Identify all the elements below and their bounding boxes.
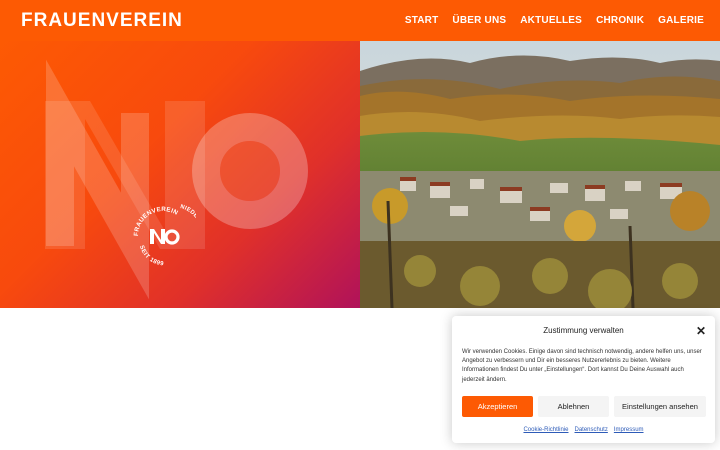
deny-cookies-button[interactable]: Ablehnen [538, 396, 609, 417]
cookie-policy-link[interactable]: Cookie-Richtlinie [523, 427, 568, 433]
badge-right-text: NIEDERWEILER [179, 204, 196, 248]
nav-item-aktuelles[interactable]: AKTUELLES [520, 15, 582, 26]
site-header: FRAUENVEREIN START ÜBER UNS AKTUELLES CH… [0, 0, 720, 41]
page: FRAUENVEREIN START ÜBER UNS AKTUELLES CH… [0, 0, 720, 450]
nav-item-ueber-uns[interactable]: ÜBER UNS [452, 15, 506, 26]
badge-bottom-text: SEIT 1899 [138, 245, 164, 268]
hero-brand-panel: FRAUENVEREIN NIEDERWEILER SEIT 1899 [0, 41, 360, 308]
nav-item-start[interactable]: START [405, 15, 439, 26]
cookie-consent-dialog: Zustimmung verwalten ✕ Wir verwenden Coo… [452, 316, 715, 443]
privacy-link[interactable]: Datenschutz [575, 427, 608, 433]
view-settings-button[interactable]: Einstellungen ansehen [614, 396, 706, 417]
nav-item-galerie[interactable]: GALERIE [658, 15, 704, 26]
village-landscape-image [360, 41, 720, 308]
close-icon[interactable]: ✕ [696, 324, 706, 338]
accept-cookies-button[interactable]: Akzeptieren [462, 396, 533, 417]
cookie-links: Cookie-Richtlinie Datenschutz Impressum [452, 427, 715, 433]
badge-monogram-icon [150, 229, 180, 245]
site-logo[interactable]: FRAUENVEREIN [21, 10, 183, 32]
nav-item-chronik[interactable]: CHRONIK [596, 15, 644, 26]
main-nav: START ÜBER UNS AKTUELLES CHRONIK GALERIE [405, 15, 704, 26]
cookie-dialog-title: Zustimmung verwalten [543, 326, 624, 335]
frauenverein-badge: FRAUENVEREIN NIEDERWEILER SEIT 1899 [133, 204, 196, 268]
cookie-description: Wir verwenden Cookies. Einige davon sind… [462, 349, 702, 383]
hero-landscape-photo [360, 41, 720, 308]
imprint-link[interactable]: Impressum [614, 427, 644, 433]
